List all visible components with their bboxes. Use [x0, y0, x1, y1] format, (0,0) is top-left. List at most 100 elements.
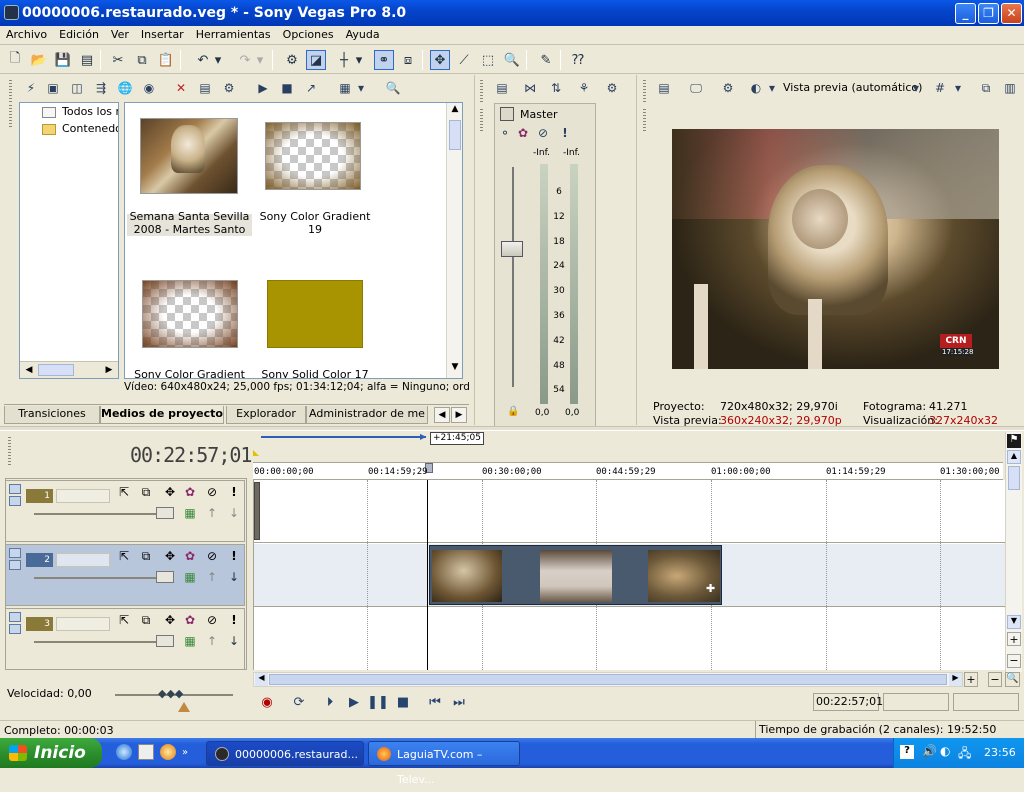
tab-transiciones[interactable]: Transiciones — [4, 406, 100, 424]
undo-icon[interactable]: ↶ — [193, 50, 213, 70]
track1-child-icon[interactable]: ↓ — [226, 505, 242, 521]
media-fx-icon[interactable]: ⚙ — [220, 79, 238, 97]
track2-level-slider[interactable] — [156, 571, 174, 583]
media-vscrollbar[interactable]: ▲ ▼ — [446, 103, 462, 378]
hscroll-thumb[interactable] — [269, 674, 947, 685]
views-dropdown-icon[interactable]: ▾ — [356, 79, 366, 97]
media-player-icon[interactable] — [160, 744, 176, 760]
menu-archivo[interactable]: Archivo — [0, 26, 53, 41]
track1-name-field[interactable] — [56, 489, 110, 503]
marker-bar[interactable]: ▶ +21:45;05 — [253, 432, 1003, 462]
master-pan-icon[interactable]: ⚬ — [497, 125, 513, 141]
undo-dropdown-icon[interactable]: ▾ — [213, 50, 223, 70]
maximize-button[interactable]: ❐ — [978, 3, 999, 24]
auto-crossfade-icon[interactable]: ⧈ — [398, 50, 418, 70]
menu-herramientas[interactable]: Herramientas — [190, 26, 277, 41]
external-monitor-icon[interactable]: 🖵 — [687, 79, 705, 97]
master-mute-icon[interactable]: ⊘ — [535, 125, 551, 141]
selection-start-field[interactable] — [883, 693, 949, 711]
views-icon[interactable]: ▦ — [336, 79, 354, 97]
zoom-out-horizontal-button[interactable]: − — [988, 672, 1002, 687]
timeline-hscrollbar[interactable]: ◀ ▶ — [253, 672, 963, 687]
track-header-2[interactable]: 2 ⇱ ⧉ ✥ ✿ ⊘ ! ▦ ↑ ↓ — [5, 544, 245, 606]
auto-ripple-icon[interactable]: ◪ — [306, 50, 326, 70]
clip-pan-crop-icon[interactable]: ✚ — [706, 582, 718, 595]
insert-bus-icon[interactable]: ⚘ — [575, 79, 593, 97]
tab-explorador[interactable]: Explorador — [226, 406, 306, 424]
video-clip[interactable]: ✚ — [429, 545, 722, 605]
track3-solo-icon[interactable]: ! — [226, 612, 242, 628]
zoom-in-vertical-button[interactable]: + — [1007, 632, 1021, 646]
envelope-tool-icon[interactable]: ⟋ — [454, 50, 474, 70]
menu-ver[interactable]: Ver — [105, 26, 135, 41]
zoom-in-horizontal-button[interactable]: + — [964, 672, 978, 687]
record-button[interactable]: ◉ — [257, 692, 277, 712]
track1-collapse-icon[interactable] — [9, 484, 21, 494]
loop-playback-button[interactable]: ⟳ — [289, 692, 309, 712]
menu-edicion[interactable]: Edición — [53, 26, 105, 41]
menu-ayuda[interactable]: Ayuda — [340, 26, 386, 41]
track1-parent-icon[interactable]: ↑ — [204, 505, 220, 521]
normal-edit-tool-icon[interactable]: ✥ — [430, 50, 450, 70]
media-thumb-semana-santa[interactable] — [140, 118, 238, 194]
copy-snapshot-icon[interactable]: ⧉ — [977, 79, 995, 97]
track3-motion-icon[interactable]: ⇱ — [116, 612, 132, 628]
track3-compositing-icon[interactable]: ⧉ — [138, 612, 154, 628]
track1-expand-icon[interactable] — [9, 496, 21, 506]
track1-clip-stub[interactable] — [254, 482, 260, 540]
track1-composite-mode-icon[interactable]: ▦ — [182, 505, 198, 521]
render-icon[interactable]: ⚙ — [282, 50, 302, 70]
volume-tray-icon[interactable]: 🔊 — [922, 744, 937, 758]
vscroll-down-button[interactable]: ▼ — [1007, 615, 1021, 629]
track-header-3[interactable]: 3 ⇱ ⧉ ✥ ✿ ⊘ ! ▦ ↑ ↓ — [5, 608, 245, 670]
tree-item-bins[interactable]: Contenedo — [62, 122, 118, 135]
capture-icon[interactable]: ▣ — [44, 79, 62, 97]
help-tray-icon[interactable]: ? — [900, 745, 914, 759]
track3-fx-icon[interactable]: ✿ — [182, 612, 198, 628]
auto-preview-icon[interactable]: ↗ — [302, 79, 320, 97]
loop-region-bar[interactable] — [261, 436, 426, 438]
eject-icon[interactable]: ⇶ — [92, 79, 110, 97]
pause-button[interactable]: ❚❚ — [367, 692, 389, 712]
lock-envelopes-icon[interactable]: ⚭ — [374, 50, 394, 70]
open-folder-icon[interactable]: 📂 — [29, 50, 49, 70]
preview-properties-icon[interactable]: ▤ — [655, 79, 673, 97]
help-pointer-icon[interactable]: ⁇ — [568, 50, 588, 70]
tree-item-all-media[interactable]: Todos los m — [62, 105, 118, 118]
zoom-tool-button[interactable]: 🔍 — [1005, 672, 1020, 687]
downmix-icon[interactable]: ⋈ — [521, 79, 539, 97]
tab-medios-de-proyecto[interactable]: Medios de proyecto — [100, 406, 224, 424]
paste-icon[interactable]: 📋 — [156, 50, 176, 70]
master-volume-fader[interactable] — [501, 241, 523, 257]
track3-mute-icon[interactable]: ⊘ — [204, 612, 220, 628]
rate-slider-knob[interactable]: ◆◆◆ — [158, 687, 186, 701]
overlays-dropdown-icon[interactable]: ▾ — [953, 79, 963, 97]
track3-name-field[interactable] — [56, 617, 110, 631]
tabs-scroll-left-button[interactable]: ◀ — [434, 407, 450, 423]
media-search-icon[interactable]: ◉ — [140, 79, 158, 97]
insert-fx-icon[interactable]: ⚙ — [603, 79, 621, 97]
minimize-button[interactable]: _ — [955, 3, 976, 24]
fader-lock-icon[interactable]: 🔒 — [507, 406, 519, 417]
tree-hscrollbar[interactable]: ◀ ▶ — [20, 361, 118, 378]
media-thumb-solid-color-17[interactable] — [267, 280, 363, 348]
master-solo-icon[interactable]: ! — [557, 125, 573, 141]
play-button[interactable]: ▶ — [344, 692, 364, 712]
quality-dropdown-icon[interactable]: ▾ — [911, 79, 921, 97]
track2-collapse-icon[interactable] — [9, 548, 21, 558]
track2-compositing-icon[interactable]: ⧉ — [138, 548, 154, 564]
marker-flag-button[interactable]: ⚑ — [1007, 434, 1021, 448]
track2-solo-icon[interactable]: ! — [226, 548, 242, 564]
track3-collapse-icon[interactable] — [9, 612, 21, 622]
track1-mute-icon[interactable]: ⊘ — [204, 484, 220, 500]
ie-quicklaunch-icon[interactable] — [116, 744, 132, 760]
track3-child-icon[interactable]: ↓ — [226, 633, 242, 649]
language-tray-icon[interactable]: ◐ — [940, 744, 950, 758]
zoom-search-icon[interactable]: 🔍 — [384, 79, 402, 97]
media-properties-icon[interactable]: ▤ — [196, 79, 214, 97]
network-tray-icon[interactable]: 🖧 — [958, 744, 971, 765]
hscroll-right-button[interactable]: ▶ — [949, 673, 962, 686]
track3-composite-mode-icon[interactable]: ▦ — [182, 633, 198, 649]
show-desktop-icon[interactable] — [138, 744, 154, 760]
preview-fx-icon[interactable]: ⚙ — [719, 79, 737, 97]
